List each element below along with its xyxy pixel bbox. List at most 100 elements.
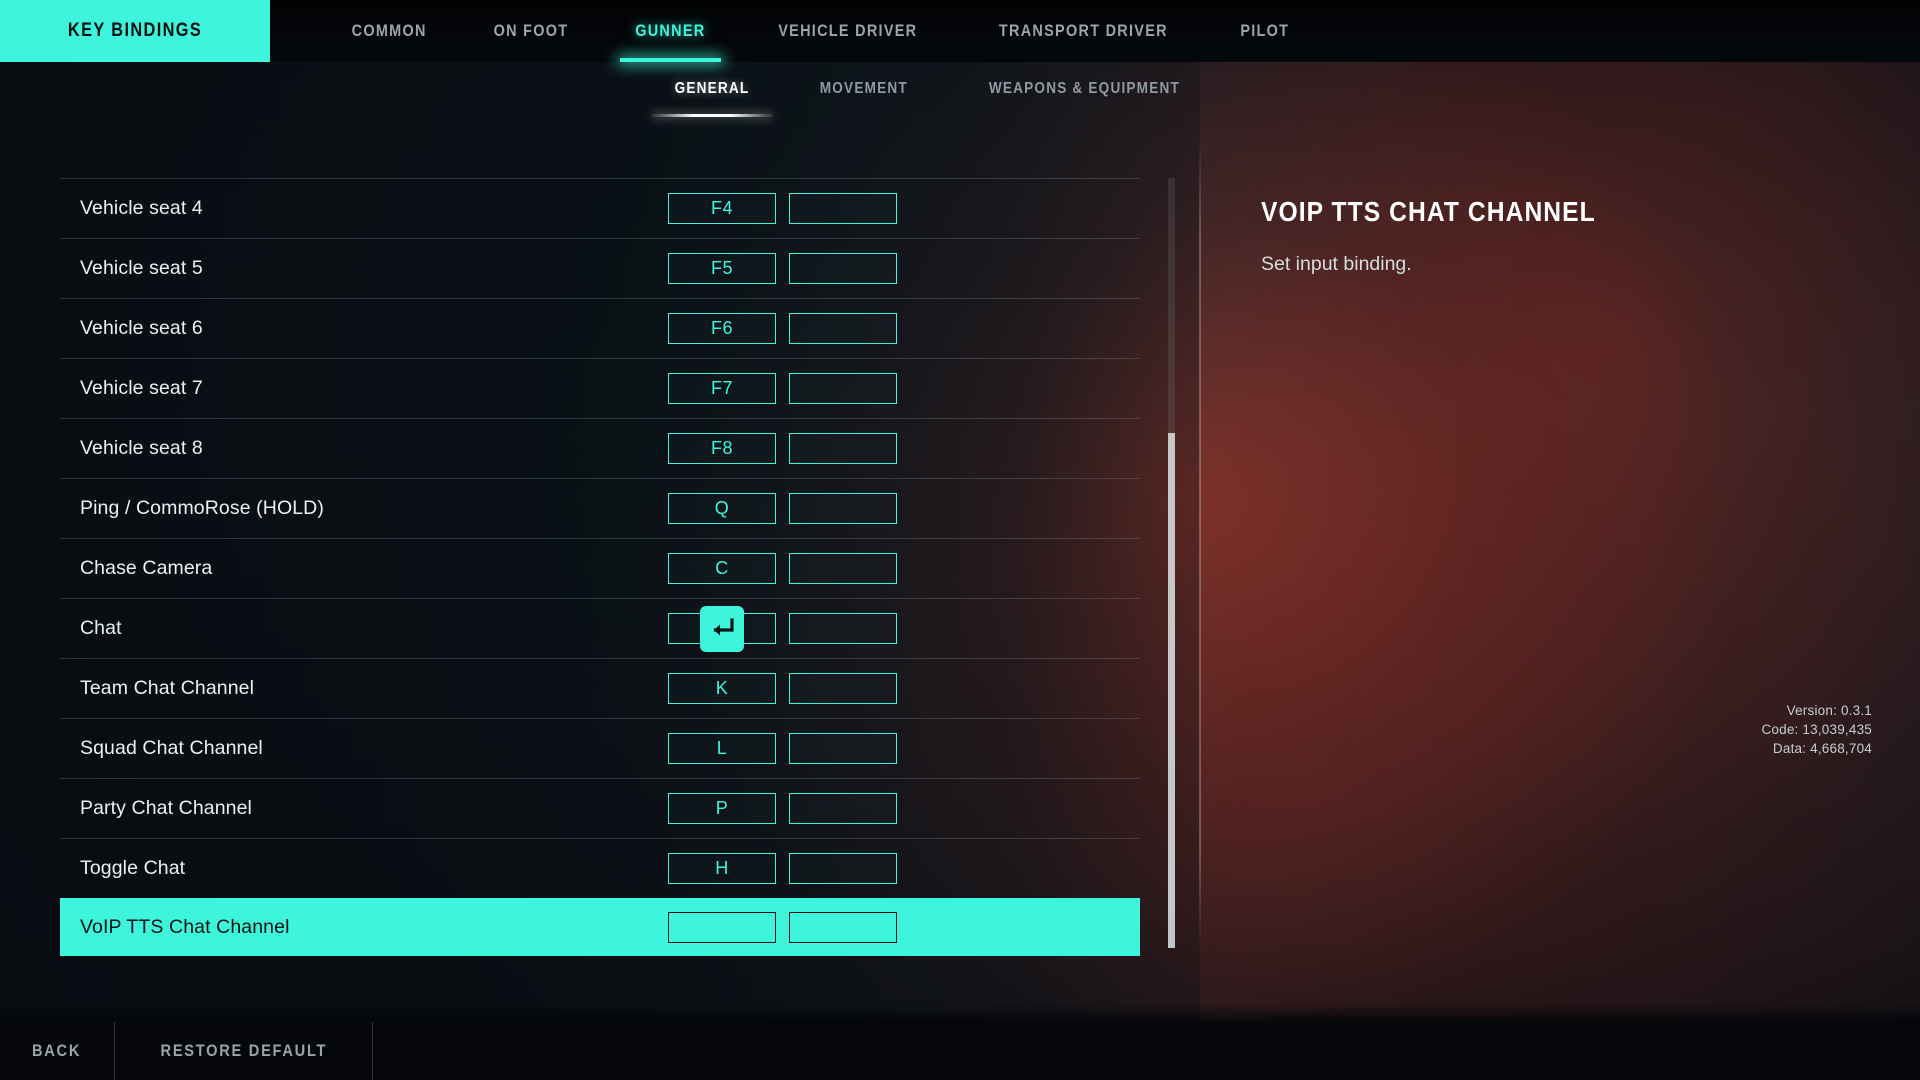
binding-row-label: Chat [80,617,122,639]
binding-key-group: Q [668,493,897,524]
binding-row-label: Vehicle seat 5 [80,257,203,279]
scrollbar-thumb[interactable] [1168,433,1175,948]
secondary-key-box[interactable] [789,373,897,404]
primary-key-box[interactable]: F5 [668,253,776,284]
detail-title: VOIP TTS CHAT CHANNEL [1261,196,1596,227]
binding-key-group: F7 [668,373,897,404]
binding-row[interactable]: Toggle Chat H [60,838,1140,898]
binding-key-group: P [668,793,897,824]
secondary-key-box[interactable] [789,313,897,344]
sub-tab-general[interactable]: GENERAL [640,69,784,117]
secondary-key-box[interactable] [789,793,897,824]
sub-tab-label: GENERAL [674,80,750,97]
binding-row-label: Vehicle seat 7 [80,377,203,399]
binding-key-group: F6 [668,313,897,344]
primary-key-box[interactable]: L [668,733,776,764]
sub-tab-label: WEAPONS & EQUIPMENT [988,80,1180,97]
scrollbar-track[interactable] [1168,178,1175,948]
binding-key-group: L [668,733,897,764]
category-tab-gunner[interactable]: GUNNER [602,0,739,62]
binding-key-group [668,605,897,652]
secondary-key-box[interactable] [789,673,897,704]
binding-row-label: VoIP TTS Chat Channel [80,916,290,938]
secondary-key-box[interactable] [789,433,897,464]
binding-row[interactable]: Team Chat Channel K [60,658,1140,718]
primary-key-box[interactable]: Q [668,493,776,524]
binding-row[interactable]: Vehicle seat 4 F4 [60,178,1140,238]
binding-row-label: Party Chat Channel [80,797,252,819]
binding-key-group: F5 [668,253,897,284]
category-tab-pilot[interactable]: PILOT [1209,0,1321,62]
binding-row-label: Squad Chat Channel [80,737,263,759]
key-binding-list: Vehicle seat 4 F4 Vehicle seat 5 F5 Vehicle … [60,178,1140,956]
primary-key-box[interactable]: C [668,553,776,584]
bottom-bar-glow [0,1004,1920,1022]
enter-key-icon [700,605,744,652]
binding-row[interactable]: Vehicle seat 6 F6 [60,298,1140,358]
secondary-key-box[interactable] [789,493,897,524]
restore-default-button[interactable]: RESTORE DEFAULT [115,1022,373,1080]
binding-row-label: Team Chat Channel [80,677,255,699]
category-tab-vehicle-driver[interactable]: VEHICLE DRIVER [739,0,957,62]
binding-key-group [668,912,897,943]
primary-key-box[interactable]: F4 [668,193,776,224]
secondary-key-box[interactable] [789,912,897,943]
detail-description: Set input binding. [1261,253,1412,275]
binding-row-label: Chase Camera [80,557,213,579]
secondary-key-box[interactable] [789,613,897,644]
primary-key-box[interactable]: F7 [668,373,776,404]
category-tab-label: VEHICLE DRIVER [778,21,918,40]
secondary-key-box[interactable] [789,553,897,584]
sub-tab-movement[interactable]: MOVEMENT [784,69,944,109]
secondary-key-box[interactable] [789,253,897,284]
bottom-action-bar: BACK RESTORE DEFAULT [0,1022,1920,1080]
primary-key-box[interactable]: F6 [668,313,776,344]
primary-key-box[interactable]: P [668,793,776,824]
sub-tab-list: GENERAL MOVEMENT WEAPONS & EQUIPMENT [0,62,1920,117]
binding-key-group: F4 [668,193,897,224]
binding-row[interactable]: Chase Camera C [60,538,1140,598]
binding-key-group: C [668,553,897,584]
binding-row[interactable]: Vehicle seat 8 F8 [60,418,1140,478]
category-tab-transport-driver[interactable]: TRANSPORT DRIVER [957,0,1210,62]
binding-row[interactable]: Party Chat Channel P [60,778,1140,838]
secondary-key-box[interactable] [789,733,897,764]
binding-row-label: Ping / CommoRose (HOLD) [80,497,324,519]
category-tab-label: COMMON [351,21,427,40]
category-tab-on-foot[interactable]: ON FOOT [460,0,602,62]
secondary-key-box[interactable] [789,193,897,224]
back-button[interactable]: BACK [0,1022,115,1080]
binding-row[interactable]: Vehicle seat 7 F7 [60,358,1140,418]
page-title: KEY BINDINGS [0,0,270,62]
primary-key-box[interactable]: F8 [668,433,776,464]
category-tab-common[interactable]: COMMON [318,0,460,62]
binding-row[interactable]: Vehicle seat 5 F5 [60,238,1140,298]
sub-tab-weapons-equipment[interactable]: WEAPONS & EQUIPMENT [944,69,1225,109]
binding-key-group: H [668,853,897,884]
category-tab-label: TRANSPORT DRIVER [998,21,1168,40]
primary-key-box[interactable] [668,605,776,652]
binding-row-label: Vehicle seat 6 [80,317,203,339]
binding-key-group: F8 [668,433,897,464]
detail-panel: VOIP TTS CHAT CHANNEL Set input binding. [1261,196,1821,276]
code-size-line: Code: 13,039,435 [1761,722,1872,737]
category-tab-list: COMMON ON FOOT GUNNER VEHICLE DRIVER TRANSPO… [270,0,1321,62]
secondary-key-box[interactable] [789,853,897,884]
binding-row[interactable]: VoIP TTS Chat Channel [60,898,1140,956]
data-size-line: Data: 4,668,704 [1772,741,1872,756]
primary-key-box[interactable]: K [668,673,776,704]
binding-row[interactable]: Ping / CommoRose (HOLD) Q [60,478,1140,538]
binding-row-label: Vehicle seat 4 [80,197,203,219]
category-tab-label: GUNNER [635,21,706,40]
back-button-label: BACK [32,1041,82,1060]
binding-row-label: Toggle Chat [80,857,186,879]
version-info: Version: 0.3.1 Code: 13,039,435 Data: 4,… [1761,701,1872,758]
primary-key-box[interactable]: H [668,853,776,884]
primary-key-box[interactable] [668,912,776,943]
binding-row[interactable]: Squad Chat Channel L [60,718,1140,778]
restore-default-button-label: RESTORE DEFAULT [160,1041,327,1060]
binding-row[interactable]: Chat [60,598,1140,658]
binding-key-group: K [668,673,897,704]
category-tab-label: PILOT [1240,21,1290,40]
page-title-label: KEY BINDINGS [67,20,203,41]
